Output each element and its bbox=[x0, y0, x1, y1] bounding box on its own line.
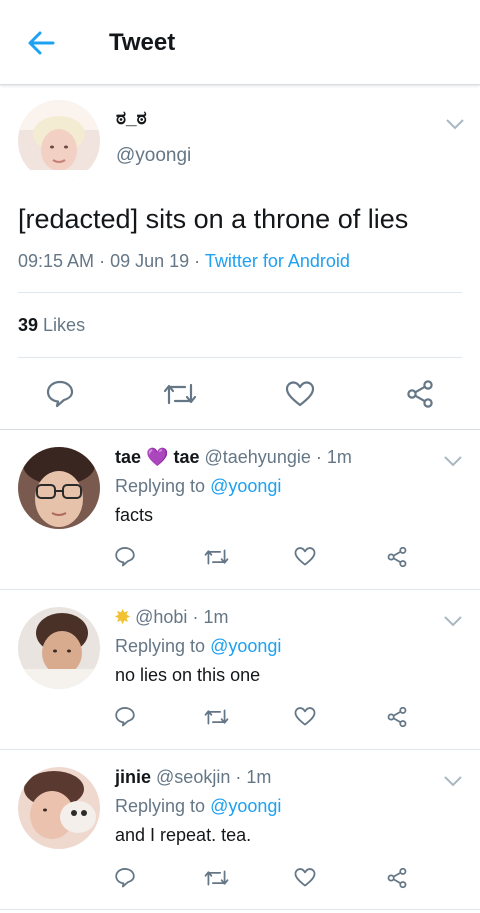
display-name: ಠ_ಠ bbox=[116, 108, 147, 129]
tweet-text: [redacted] sits on a throne of lies bbox=[18, 204, 409, 234]
share-icon[interactable] bbox=[386, 546, 408, 568]
sun-emoji: ✸ bbox=[115, 607, 131, 627]
likes-label: Likes bbox=[43, 315, 86, 335]
replying-to-label: Replying to bbox=[115, 636, 206, 656]
replying-to: Replying to @yoongi bbox=[115, 636, 281, 657]
tweet-source-link[interactable]: Twitter for Android bbox=[205, 251, 350, 271]
share-icon[interactable] bbox=[386, 706, 408, 728]
reply-header: jinie @seokjin · 1m bbox=[115, 767, 271, 788]
divider bbox=[18, 357, 462, 358]
reply-handle: @seokjin bbox=[156, 767, 231, 787]
reply-icon[interactable] bbox=[45, 378, 75, 408]
replying-to: Replying to @yoongi bbox=[115, 796, 281, 817]
reply-age: 1m bbox=[203, 607, 229, 627]
tweet-meta: 09:15 AM · 09 Jun 19 · Twitter for Andro… bbox=[18, 251, 350, 272]
replying-to-link[interactable]: @yoongi bbox=[210, 636, 281, 656]
reply-icon[interactable] bbox=[114, 866, 136, 888]
reply-handle: @hobi bbox=[135, 607, 188, 627]
reply-age: 1m bbox=[246, 767, 272, 787]
reply-text: facts bbox=[115, 505, 154, 525]
meta-dot: · bbox=[235, 767, 242, 787]
reply-text: no lies on this one bbox=[115, 665, 261, 685]
reply-icon[interactable] bbox=[114, 705, 136, 727]
reply-icon[interactable] bbox=[114, 545, 136, 567]
tweet-time: 09:15 AM bbox=[18, 251, 95, 271]
back-arrow-icon[interactable] bbox=[24, 26, 58, 60]
replying-to-link[interactable]: @yoongi bbox=[210, 476, 281, 496]
divider bbox=[0, 749, 480, 750]
retweet-icon[interactable] bbox=[163, 379, 197, 409]
like-icon[interactable] bbox=[294, 867, 316, 888]
avatar[interactable] bbox=[18, 607, 100, 689]
reply-text: and I repeat. tea. bbox=[115, 825, 252, 845]
reply-name: tae bbox=[115, 447, 142, 467]
divider bbox=[0, 429, 480, 430]
share-icon[interactable] bbox=[386, 867, 408, 889]
chevron-down-icon[interactable] bbox=[442, 454, 464, 468]
replying-to: Replying to @yoongi bbox=[115, 476, 281, 497]
share-icon[interactable] bbox=[405, 379, 435, 409]
avatar[interactable] bbox=[18, 447, 100, 529]
handle: @yoongi bbox=[116, 145, 192, 166]
replying-to-link[interactable]: @yoongi bbox=[210, 796, 281, 816]
like-icon[interactable] bbox=[294, 546, 316, 567]
reply-name: jinie bbox=[115, 767, 152, 787]
meta-dot: · bbox=[99, 251, 111, 271]
reply-handle: @taehyungie bbox=[204, 447, 311, 467]
retweet-icon[interactable] bbox=[204, 706, 229, 728]
divider bbox=[0, 909, 480, 910]
purple-heart-emoji: 💜 bbox=[146, 447, 169, 467]
retweet-icon[interactable] bbox=[204, 867, 229, 889]
reply-age: 1m bbox=[326, 447, 352, 467]
like-icon[interactable] bbox=[285, 380, 315, 408]
meta-dot: · bbox=[194, 251, 205, 271]
retweet-icon[interactable] bbox=[204, 546, 229, 568]
replying-to-label: Replying to bbox=[115, 796, 206, 816]
tweet-date: 09 Jun 19 bbox=[110, 251, 190, 271]
likes-stat[interactable]: 39 Likes bbox=[18, 315, 85, 336]
chevron-down-icon[interactable] bbox=[442, 614, 464, 628]
page-title: Tweet bbox=[109, 29, 176, 56]
avatar[interactable] bbox=[18, 767, 100, 849]
top-bar: Tweet bbox=[0, 0, 480, 85]
reply-header: ✸ @hobi · 1m bbox=[115, 607, 228, 628]
replying-to-label: Replying to bbox=[115, 476, 206, 496]
chevron-down-icon[interactable] bbox=[444, 117, 466, 131]
divider bbox=[18, 292, 462, 293]
reply-name: tae bbox=[173, 447, 200, 467]
like-icon[interactable] bbox=[294, 706, 316, 727]
reply-header: tae 💜 tae @taehyungie · 1m bbox=[115, 447, 352, 468]
divider bbox=[0, 589, 480, 590]
meta-dot: · bbox=[192, 607, 199, 627]
avatar[interactable] bbox=[18, 100, 100, 182]
likes-count: 39 bbox=[18, 315, 39, 335]
chevron-down-icon[interactable] bbox=[442, 774, 464, 788]
meta-dot: · bbox=[315, 447, 322, 467]
